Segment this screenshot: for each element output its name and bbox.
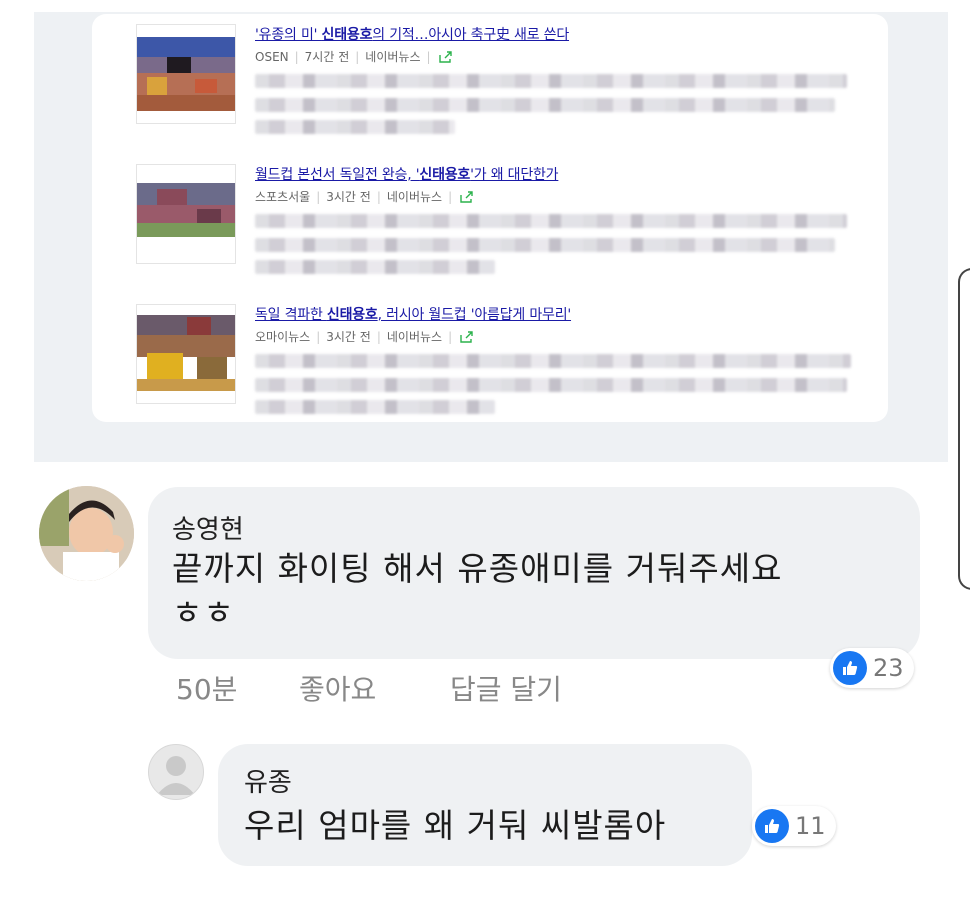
share-icon[interactable] (460, 330, 474, 343)
blurred-snippet (255, 378, 847, 392)
news-meta: OSEN | 7시간 전 | 네이버뉴스 | (255, 48, 453, 65)
news-source: 스포츠서울 (255, 190, 311, 204)
news-platform-link[interactable]: 네이버뉴스 (387, 188, 442, 205)
news-title-link[interactable]: '유종의 미' 신태용호의 기적…아시아 축구史 새로 쓴다 (255, 24, 569, 44)
blurred-snippet (255, 400, 495, 414)
comment-author[interactable]: 송영현 (172, 509, 244, 546)
news-time: 3시간 전 (326, 330, 371, 344)
like-button[interactable]: 좋아요 (299, 668, 376, 708)
commenter-avatar[interactable] (39, 486, 134, 581)
blurred-snippet (255, 238, 835, 252)
news-thumbnail[interactable] (136, 24, 236, 124)
like-count: 23 (873, 654, 904, 682)
default-avatar-icon[interactable] (148, 744, 204, 800)
like-thumb-icon (755, 809, 789, 843)
reaction-count[interactable]: 11 (752, 806, 836, 846)
blurred-snippet (255, 214, 847, 228)
blurred-snippet (255, 98, 835, 112)
comment-bubble[interactable]: 송영현 끝까지 화이팅 해서 유종애미를 거둬주세요 ㅎㅎ (148, 487, 920, 659)
reply-button[interactable]: 답글 달기 (450, 668, 562, 708)
comment-text-line: ㅎㅎ (172, 593, 235, 632)
share-icon[interactable] (460, 190, 474, 203)
comment-time: 50분 (176, 673, 238, 706)
reply-author[interactable]: 유종 (244, 762, 292, 799)
blurred-snippet (255, 260, 495, 274)
news-source: 오마이뉴스 (255, 330, 311, 344)
like-count: 11 (795, 812, 826, 840)
news-platform-link[interactable]: 네이버뉴스 (387, 328, 442, 345)
news-thumbnail[interactable] (136, 304, 236, 404)
blurred-snippet (255, 74, 847, 88)
comment-text-line: 끝까지 화이팅 해서 유종애미를 거둬주세요 (172, 549, 783, 588)
reply-bubble[interactable]: 유종 우리 엄마를 왜 거둬 씨발롬아 (218, 744, 752, 866)
news-search-card: '유종의 미' 신태용호의 기적…아시아 축구史 새로 쓴다 OSEN | 7시간… (92, 14, 888, 422)
reaction-count[interactable]: 23 (830, 648, 914, 688)
news-thumbnail[interactable] (136, 164, 236, 264)
scroll-edge-indicator (958, 268, 970, 590)
blurred-snippet (255, 354, 851, 368)
news-time: 7시간 전 (304, 50, 350, 64)
reply-text: 우리 엄마를 왜 거둬 씨발롬아 (244, 806, 667, 845)
news-item[interactable]: 월드컵 본선서 독일전 완승, '신태용호'가 왜 대단한가 스포츠서울 | 3시… (92, 154, 888, 284)
like-thumb-icon (833, 651, 867, 685)
avatar-photo (39, 486, 134, 581)
comment-text: 끝까지 화이팅 해서 유종애미를 거둬주세요 ㅎㅎ (172, 547, 782, 635)
news-meta: 오마이뉴스 | 3시간 전 | 네이버뉴스 | (255, 328, 474, 345)
blurred-snippet (255, 120, 455, 134)
news-title-link[interactable]: 독일 격파한 신태용호, 러시아 월드컵 '아름답게 마무리' (255, 304, 571, 324)
news-title-link[interactable]: 월드컵 본선서 독일전 완승, '신태용호'가 왜 대단한가 (255, 164, 559, 184)
news-meta: 스포츠서울 | 3시간 전 | 네이버뉴스 | (255, 188, 474, 205)
news-item[interactable]: '유종의 미' 신태용호의 기적…아시아 축구史 새로 쓴다 OSEN | 7시간… (92, 14, 888, 144)
news-platform-link[interactable]: 네이버뉴스 (365, 48, 420, 65)
share-icon[interactable] (438, 50, 453, 63)
news-item[interactable]: 독일 격파한 신태용호, 러시아 월드컵 '아름답게 마무리' 오마이뉴스 | 3… (92, 294, 888, 424)
news-time: 3시간 전 (326, 190, 371, 204)
news-source: OSEN (255, 49, 289, 64)
